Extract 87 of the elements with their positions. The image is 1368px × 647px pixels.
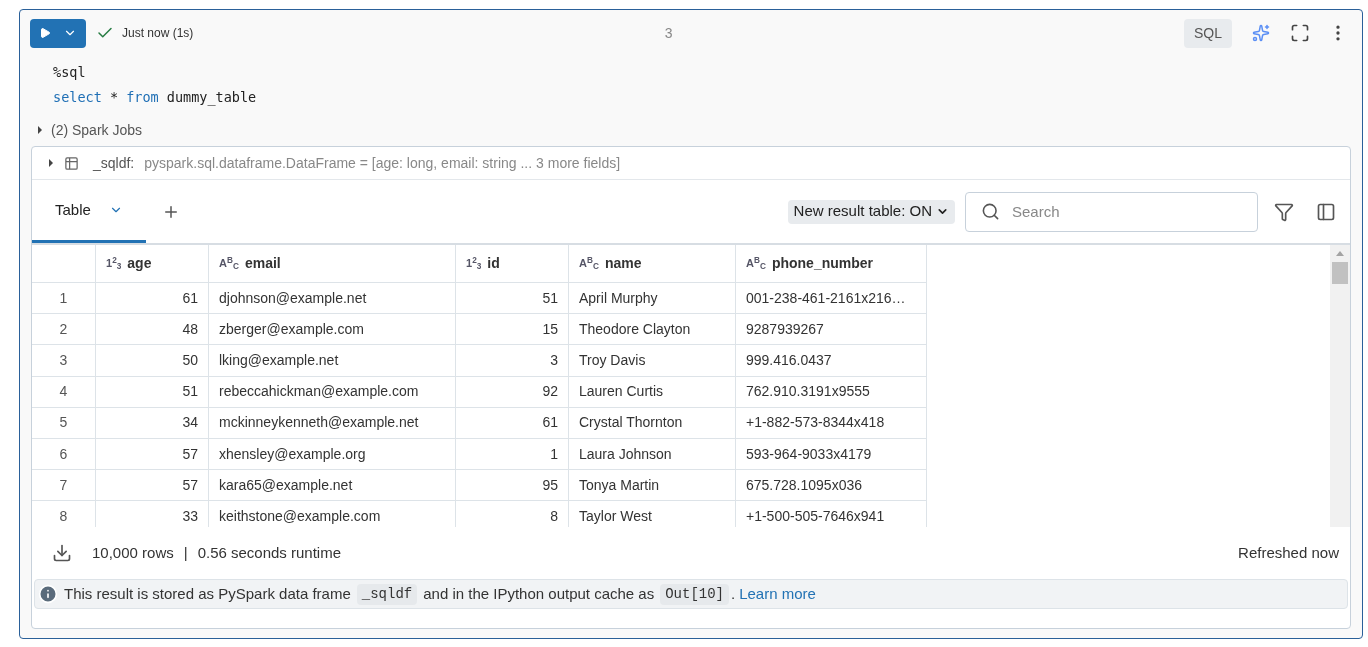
table-cell: 50 bbox=[96, 345, 209, 377]
cell-number: 3 bbox=[664, 23, 673, 43]
code-snippet: Out[10] bbox=[660, 583, 729, 605]
runtime: 0.56 seconds runtime bbox=[197, 542, 342, 563]
table-cell: +1-882-573-8344x418 bbox=[736, 407, 927, 439]
column-header[interactable]: 1$^{2}$$_{3}$ id bbox=[456, 245, 569, 283]
row-index: 6 bbox=[32, 438, 96, 471]
row-index: 4 bbox=[32, 376, 96, 408]
table-cell: 15 bbox=[456, 314, 569, 346]
play-icon bbox=[39, 27, 51, 39]
table-cell: mckinneykenneth@example.net bbox=[209, 407, 456, 439]
table-cell: 51 bbox=[456, 283, 569, 315]
table-cell: 3 bbox=[456, 345, 569, 377]
column-header[interactable]: A$^{B}$$_{C}$ phone_number bbox=[736, 245, 927, 283]
row-index: 5 bbox=[32, 407, 96, 439]
table-cell: djohnson@example.net bbox=[209, 283, 456, 315]
code-line: %sql bbox=[53, 63, 86, 82]
table-cell: April Murphy bbox=[569, 283, 736, 315]
table-cell: 593-964-9033x4179 bbox=[736, 438, 927, 471]
table-cell: Lauren Curtis bbox=[569, 376, 736, 408]
info-text: and in the IPython output cache as bbox=[423, 583, 655, 604]
table-cell: xhensley@example.org bbox=[209, 438, 456, 471]
code-line: select * from dummy_table bbox=[53, 88, 257, 108]
dataframe-name[interactable]: _sqldf: bbox=[93, 152, 135, 174]
table-cell: Troy Davis bbox=[569, 345, 736, 377]
filter-icon[interactable] bbox=[1274, 201, 1294, 222]
column-header[interactable]: A$^{B}$$_{C}$ name bbox=[569, 245, 736, 283]
code-snippet: _sqldf bbox=[356, 583, 418, 605]
table-cell: Tonya Martin bbox=[569, 470, 736, 502]
fullscreen-icon[interactable] bbox=[1290, 23, 1310, 43]
table-cell: Crystal Thornton bbox=[569, 407, 736, 439]
search-field[interactable]: Search bbox=[965, 191, 1258, 232]
column-header[interactable]: A$^{B}$$_{C}$ email bbox=[209, 245, 456, 283]
table-cell: 61 bbox=[456, 407, 569, 439]
table-cell: 92 bbox=[456, 376, 569, 408]
run-status: Just now (1s) bbox=[122, 25, 194, 42]
table-cell: Theodore Clayton bbox=[569, 314, 736, 346]
separator: | bbox=[183, 542, 188, 563]
table-cell: 675.728.1095x036 bbox=[736, 470, 927, 502]
table-cell: 001-238-461-2161x216… bbox=[736, 283, 927, 315]
download-icon[interactable] bbox=[52, 543, 72, 563]
table-cell: 48 bbox=[96, 314, 209, 346]
table-cell: Taylor West bbox=[569, 501, 736, 527]
table-icon bbox=[64, 155, 79, 171]
search-icon bbox=[981, 201, 1000, 221]
sparkle-icon[interactable] bbox=[1252, 24, 1270, 42]
refresh-status: Refreshed now bbox=[1238, 542, 1339, 563]
info-text: . bbox=[731, 583, 736, 604]
sidebar-toggle-icon[interactable] bbox=[1316, 201, 1336, 222]
table-cell: 57 bbox=[96, 438, 209, 471]
info-icon bbox=[38, 584, 58, 604]
scrollbar[interactable] bbox=[1330, 245, 1350, 527]
row-index: 8 bbox=[32, 501, 96, 527]
table-cell: Laura Johnson bbox=[569, 438, 736, 471]
caret-right-icon[interactable] bbox=[48, 158, 54, 168]
table-cell: 34 bbox=[96, 407, 209, 439]
table-cell: 762.910.3191x9555 bbox=[736, 376, 927, 408]
table-cell: 8 bbox=[456, 501, 569, 527]
row-index: 7 bbox=[32, 470, 96, 502]
info-text: This result is stored as PySpark data frame bbox=[64, 583, 351, 604]
table-cell: 999.416.0437 bbox=[736, 345, 927, 377]
table-cell: lking@example.net bbox=[209, 345, 456, 377]
spark-jobs-toggle[interactable]: (2) Spark Jobs bbox=[51, 119, 143, 141]
language-button[interactable]: SQL bbox=[1184, 18, 1232, 48]
run-button[interactable] bbox=[30, 18, 86, 48]
row-count: 10,000 rows bbox=[92, 542, 174, 563]
learn-more-link[interactable]: Learn more bbox=[739, 582, 816, 606]
column-header[interactable]: 1$^{2}$$_{3}$ age bbox=[96, 245, 209, 283]
dataframe-schema: pyspark.sql.dataframe.DataFrame = [age: long, email: string ... 3 more fields] bbox=[144, 153, 621, 173]
row-index: 1 bbox=[32, 283, 96, 315]
table-cell: 61 bbox=[96, 283, 209, 315]
caret-right-icon[interactable] bbox=[37, 125, 43, 135]
table-cell: rebeccahickman@example.com bbox=[209, 376, 456, 408]
table-cell: 1 bbox=[456, 438, 569, 471]
table-cell: kara65@example.net bbox=[209, 470, 456, 502]
table-cell: +1-500-505-7646x941 bbox=[736, 501, 927, 527]
table-cell: 51 bbox=[96, 376, 209, 408]
table-cell: keithstone@example.com bbox=[209, 501, 456, 527]
result-table-toggle[interactable]: New result table: ON bbox=[787, 199, 955, 224]
table-cell: 57 bbox=[96, 470, 209, 502]
table-cell: 95 bbox=[456, 470, 569, 502]
table-cell: 9287939267 bbox=[736, 314, 927, 346]
row-index: 2 bbox=[32, 314, 96, 346]
table-cell: 33 bbox=[96, 501, 209, 527]
table-cell: zberger@example.com bbox=[209, 314, 456, 346]
table-tab[interactable]: Table bbox=[32, 180, 146, 243]
row-index: 3 bbox=[32, 345, 96, 377]
